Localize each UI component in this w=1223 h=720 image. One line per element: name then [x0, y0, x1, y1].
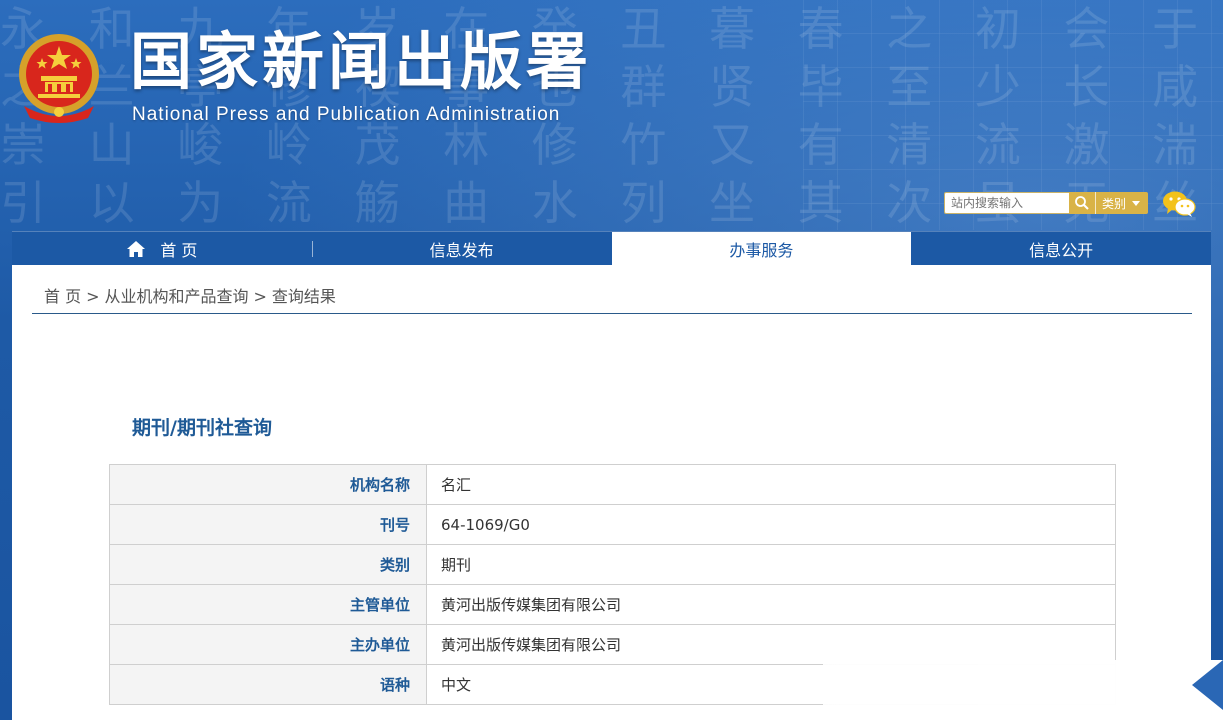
nav-item-news[interactable]: 信息发布 — [311, 232, 612, 266]
breadcrumb-separator: > — [86, 287, 100, 306]
site-search: 类别 — [944, 192, 1149, 214]
breadcrumb: 首 页 > 从业机构和产品查询 > 查询结果 — [44, 283, 336, 307]
search-button[interactable] — [1069, 192, 1095, 214]
national-emblem-icon — [19, 34, 99, 123]
field-value: 期刊 — [426, 544, 1116, 585]
site-title: 国家新闻出版署 — [130, 25, 593, 98]
nav-item-disclosure[interactable]: 信息公开 — [911, 232, 1211, 266]
table-row: 刊号 64-1069/G0 — [109, 504, 1116, 545]
table-row: 语种 中文 — [109, 664, 1116, 705]
field-value: 黄河出版传媒集团有限公司 — [426, 584, 1116, 625]
field-label: 刊号 — [109, 504, 427, 545]
site-subtitle: National Press and Publication Administr… — [132, 104, 561, 125]
main-content: 首 页 > 从业机构和产品查询 > 查询结果 期刊/期刊社查询 机构名称 名汇 刊号 6… — [12, 265, 1211, 720]
field-value: 名汇 — [426, 464, 1116, 505]
field-label: 主管单位 — [109, 584, 427, 625]
search-input[interactable] — [944, 192, 1069, 214]
table-row: 类别 期刊 — [109, 544, 1116, 585]
query-result-table: 机构名称 名汇 刊号 64-1069/G0 类别 期刊 主管单位 黄河出版传媒集… — [109, 464, 1116, 705]
field-value: 黄河出版传媒集团有限公司 — [426, 624, 1116, 665]
breadcrumb-current: 查询结果 — [271, 287, 336, 306]
nav-item-label: 信息发布 — [429, 241, 494, 260]
nav-item-label: 首 页 — [160, 241, 198, 260]
category-dropdown[interactable]: 类别 — [1095, 192, 1149, 214]
table-row: 机构名称 名汇 — [109, 464, 1116, 505]
breadcrumb-separator: > — [253, 287, 267, 306]
search-icon — [1075, 196, 1089, 210]
field-label: 主办单位 — [109, 624, 427, 665]
field-label: 机构名称 — [109, 464, 427, 505]
breadcrumb-home-link[interactable]: 首 页 — [44, 287, 81, 306]
field-value: 中文 — [426, 664, 1116, 705]
caret-down-icon — [1132, 200, 1141, 206]
home-icon — [127, 241, 146, 257]
breadcrumb-query-link[interactable]: 从业机构和产品查询 — [105, 287, 249, 306]
field-label: 类别 — [109, 544, 427, 585]
field-value: 64-1069/G0 — [426, 504, 1116, 545]
table-row: 主管单位 黄河出版传媒集团有限公司 — [109, 584, 1116, 625]
wechat-icon[interactable] — [1162, 190, 1196, 218]
nav-item-home[interactable]: 首 页 — [12, 232, 312, 266]
page-title: 期刊/期刊社查询 — [132, 417, 272, 439]
field-label: 语种 — [109, 664, 427, 705]
table-row: 主办单位 黄河出版传媒集团有限公司 — [109, 624, 1116, 665]
page: 永 和 九 年 岁 在 癸 丑 暮 春 之 初 会 于 会 稽 山 阴 之 兰 … — [0, 0, 1223, 720]
main-nav: 首 页 信息发布 办事服务 信息公开 — [12, 231, 1211, 266]
nav-item-services[interactable]: 办事服务 — [611, 232, 912, 266]
category-label: 类别 — [1102, 196, 1127, 211]
nav-item-label: 信息公开 — [1029, 241, 1094, 260]
breadcrumb-divider — [32, 313, 1192, 314]
nav-item-label: 办事服务 — [729, 241, 794, 260]
